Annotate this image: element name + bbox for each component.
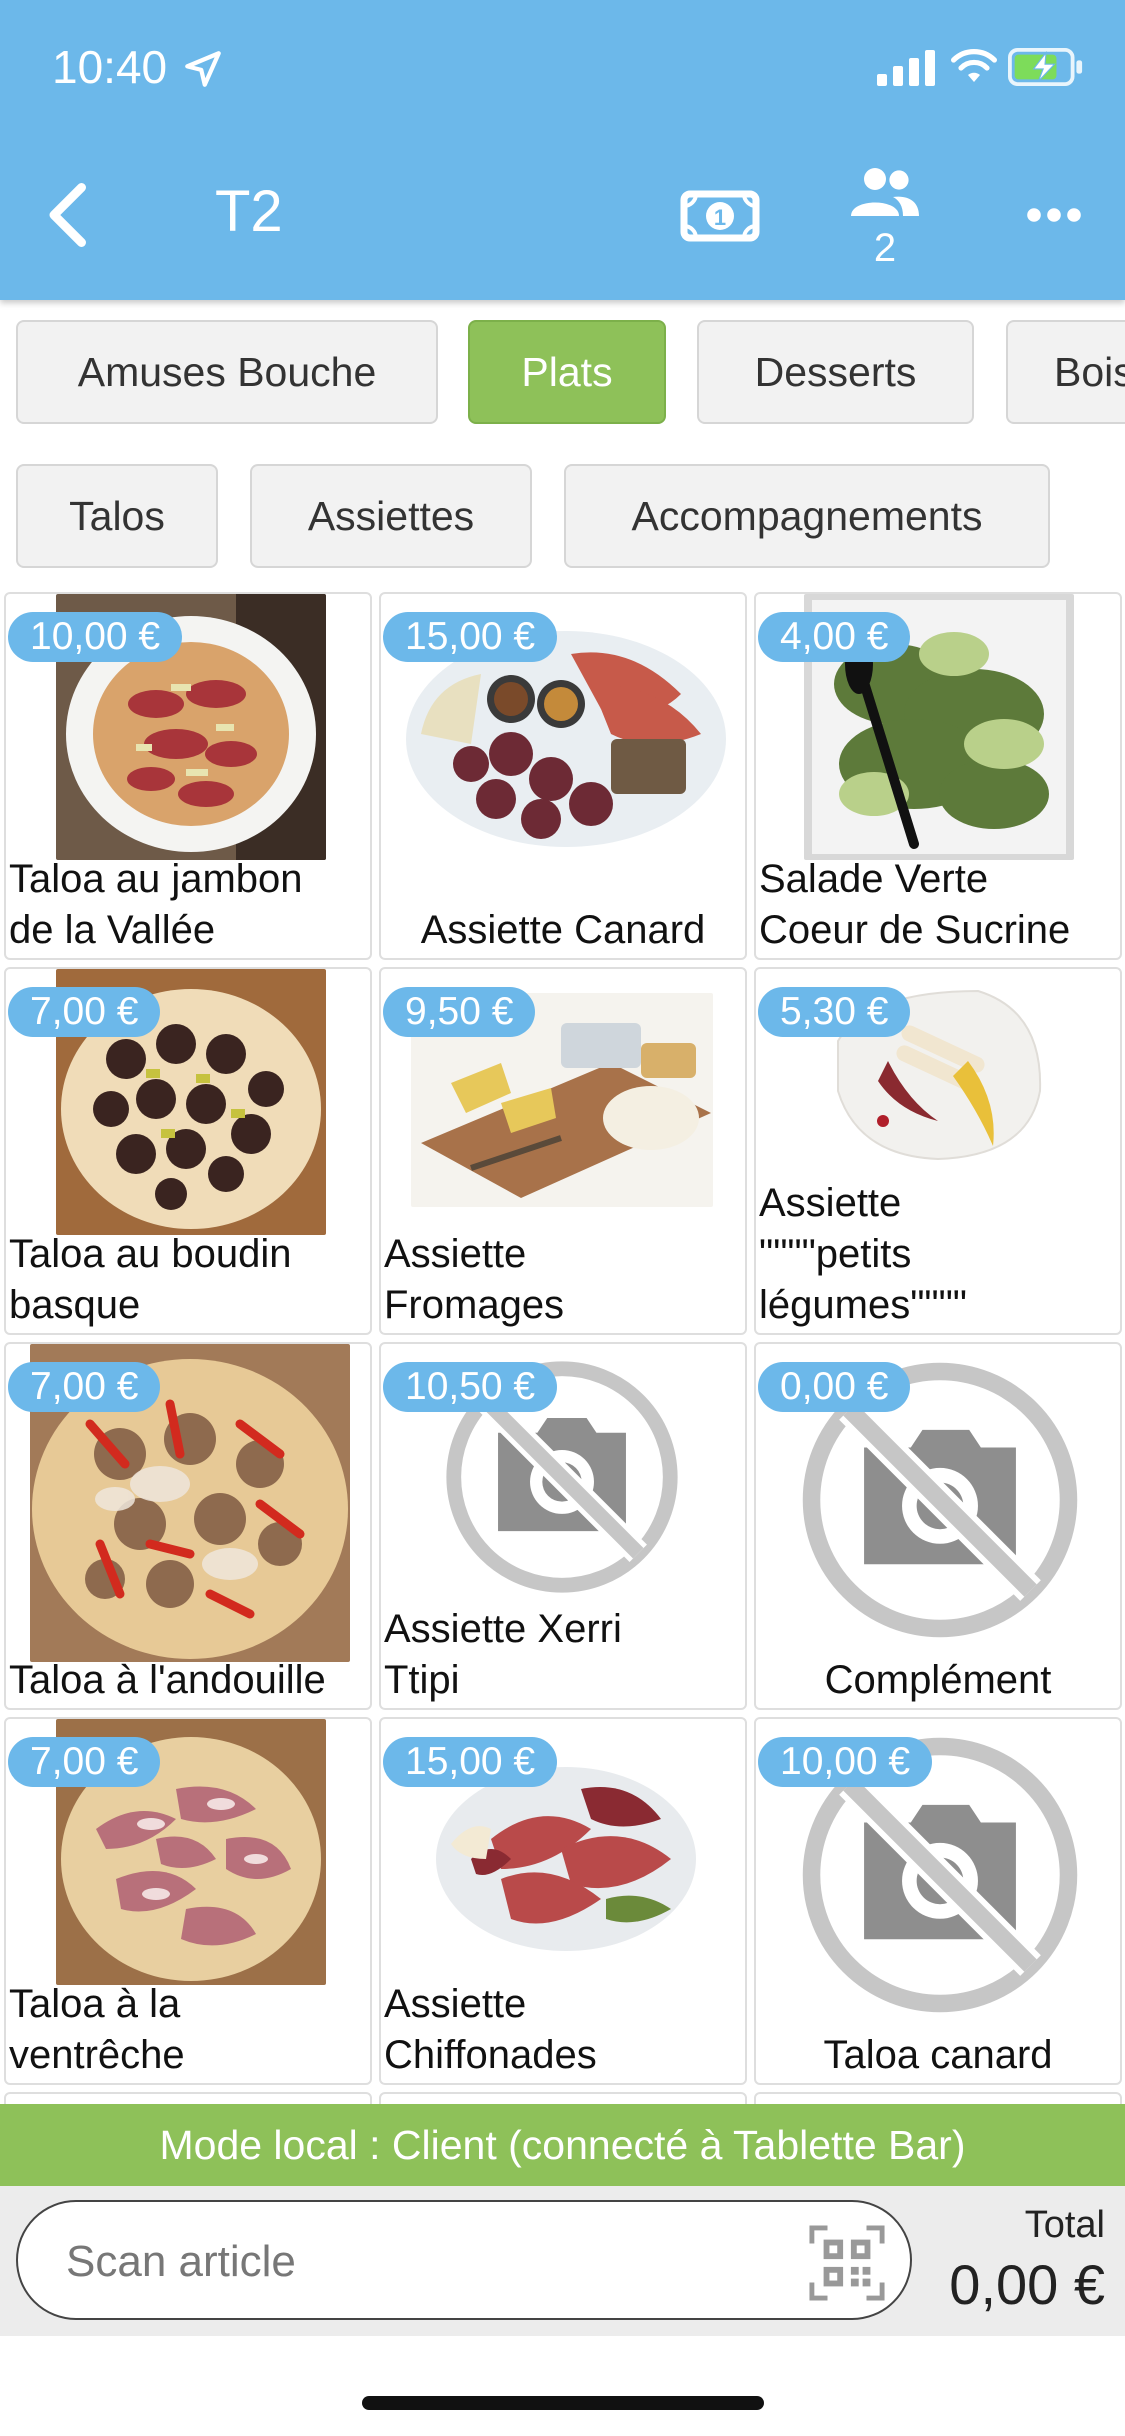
product-name: Taloa à l'andouille — [9, 1658, 326, 1702]
price-badge: 15,00 € — [383, 1737, 558, 1787]
product-name: Taloa au boudin basque — [9, 1232, 292, 1327]
back-chevron-icon[interactable] — [44, 180, 94, 250]
subcategory-tab-assiettes[interactable]: Assiettes — [250, 464, 532, 568]
price-badge: 7,00 € — [8, 1362, 161, 1412]
product-name: Complément — [824, 1658, 1052, 1702]
price-badge: 0,00 € — [758, 1362, 911, 1412]
home-indicator — [362, 2396, 764, 2410]
product-tile-taloa-boudin[interactable]: 7,00 € Taloa au boudin basque — [4, 967, 372, 1335]
more-options-icon[interactable] — [1024, 200, 1084, 230]
product-tile-taloa-jambon[interactable]: 10,00 € Taloa au jambon de la Vallée — [4, 592, 372, 960]
guests-count: 2 — [873, 226, 897, 270]
product-tile-complement[interactable]: 0,00 € Complément — [754, 1342, 1122, 1710]
product-name: Taloa au jambon de la Vallée — [9, 857, 303, 952]
svg-text:1: 1 — [714, 205, 726, 230]
product-tile-taloa-andouille[interactable]: 7,00 € Taloa à l'andouille — [4, 1342, 372, 1710]
mode-banner: Mode local : Client (connecté à Tablette… — [0, 2104, 1125, 2186]
product-tile-taloa-ventreche[interactable]: 7,00 € Taloa à la ventrêche — [4, 1717, 372, 2085]
product-name: Assiette Chiffonades — [384, 1982, 597, 2077]
guests-icon[interactable] — [848, 166, 922, 218]
price-badge: 9,50 € — [383, 987, 536, 1037]
wifi-icon — [951, 49, 997, 82]
product-name: Assiette Xerri Ttipi — [384, 1607, 622, 1702]
product-tile-assiette-xerri-ttipi[interactable]: 10,50 € Assiette Xerri Ttipi — [379, 1342, 747, 1710]
price-badge: 10,50 € — [383, 1362, 558, 1412]
category-tab-plats[interactable]: Plats — [468, 320, 666, 424]
product-name: Taloa à la ventrêche — [9, 1982, 185, 2077]
price-badge: 5,30 € — [758, 987, 911, 1037]
product-tile-assiette-canard[interactable]: 15,00 € Assiette Canard — [379, 592, 747, 960]
subcategory-tab-accompagnements[interactable]: Accompagnements — [564, 464, 1050, 568]
top-bar: 10:40 T2 1 2 — [0, 0, 1125, 300]
table-title: T2 — [215, 179, 283, 244]
status-time: 10:40 — [52, 41, 168, 93]
product-tile-taloa-canard[interactable]: 10,00 € Taloa canard — [754, 1717, 1122, 2085]
product-name: Taloa canard — [823, 2033, 1053, 2077]
price-badge: 10,00 € — [8, 612, 183, 662]
total-amount: 0,00 € — [949, 2253, 1105, 2316]
cellular-signal-icon — [877, 50, 935, 86]
battery-charging-icon — [1008, 48, 1083, 86]
subcategory-tab-talos[interactable]: Talos — [16, 464, 218, 568]
price-badge: 10,00 € — [758, 1737, 933, 1787]
product-tile-assiette-petits-legumes[interactable]: 5,30 € Assiette """"petits légumes"""" — [754, 967, 1122, 1335]
category-tab-desserts[interactable]: Desserts — [697, 320, 974, 424]
product-name: Salade Verte Coeur de Sucrine — [759, 857, 1071, 952]
price-badge: 7,00 € — [8, 987, 161, 1037]
product-name: Assiette Fromages — [384, 1232, 565, 1327]
price-badge: 15,00 € — [383, 612, 558, 662]
checkout-bar: Total 0,00 € — [0, 2186, 1125, 2336]
product-name: Assiette """"petits légumes"""" — [759, 1181, 967, 1327]
total-label: Total — [1024, 2204, 1105, 2246]
scan-article-field[interactable] — [16, 2200, 912, 2320]
qr-code-scanner-icon[interactable] — [808, 2224, 886, 2302]
product-name: Assiette Canard — [420, 908, 706, 952]
cash-register-icon[interactable]: 1 — [678, 186, 762, 246]
product-tile-salade-verte[interactable]: 4,00 € Salade Verte Coeur de Sucrine — [754, 592, 1122, 960]
price-badge: 7,00 € — [8, 1737, 161, 1787]
category-tab-boissons[interactable]: Bois — [1006, 320, 1125, 424]
scan-article-input[interactable] — [66, 2232, 766, 2292]
location-arrow-icon — [185, 51, 221, 87]
category-tab-amuses-bouche[interactable]: Amuses Bouche — [16, 320, 438, 424]
product-tile-assiette-chiffonades[interactable]: 15,00 € Assiette Chiffonades — [379, 1717, 747, 2085]
price-badge: 4,00 € — [758, 612, 911, 662]
product-tile-assiette-fromages[interactable]: 9,50 € Assiette Fromages — [379, 967, 747, 1335]
